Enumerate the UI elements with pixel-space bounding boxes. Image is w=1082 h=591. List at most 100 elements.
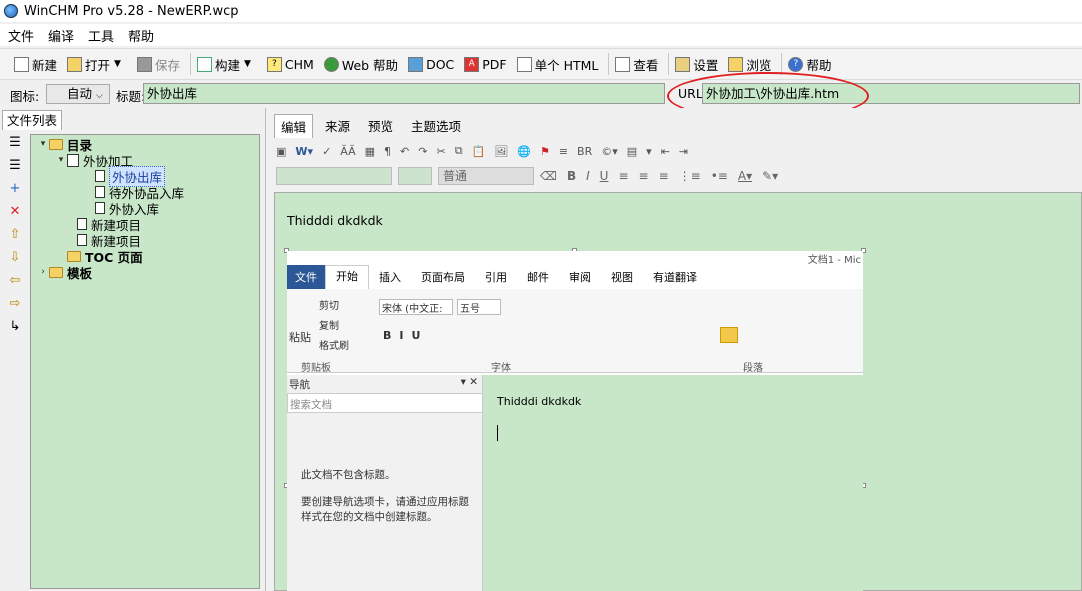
web-help-button[interactable]: Web 帮助 <box>323 55 398 74</box>
outdent-icon[interactable]: ☰ <box>6 157 24 175</box>
help-button[interactable]: ? 帮助 <box>788 55 831 74</box>
indent-icon[interactable]: ☰ <box>6 134 24 152</box>
numbered-list-icon[interactable]: ⋮≡ <box>679 169 701 183</box>
open-dropdown-icon[interactable]: ▼ <box>114 59 121 69</box>
sort-icon[interactable]: ↳ <box>6 318 24 336</box>
delete-icon[interactable]: ✕ <box>6 203 24 221</box>
eraser-icon[interactable]: ⌫ <box>540 169 557 183</box>
embedded-word-screenshot[interactable]: 文档1 - Mic 文件 开始 插入 页面布局 引用 邮件 审阅 视图 有道翻译… <box>287 251 863 591</box>
app-icon <box>4 4 18 18</box>
word-tab-youdao: 有道翻译 <box>653 271 697 284</box>
collapse-icon[interactable]: ▾ <box>37 139 49 149</box>
word-tab-references: 引用 <box>485 271 507 284</box>
topic-properties-row: 图标: 自动 ⌵ 标题: 外协出库 URL: 外协加工\外协出库.htm <box>0 82 1082 106</box>
word-nav-pane: 导航 ▾ ✕ 搜索文档 此文档不包含标题。 要创建导航选项卡，请通过应用标题样式… <box>287 375 483 591</box>
add-icon[interactable]: + <box>6 180 24 198</box>
underline-icon[interactable]: U <box>600 169 609 183</box>
align-left-icon[interactable]: ≡ <box>618 169 628 183</box>
table-options-icon[interactable]: ▾ <box>646 145 652 158</box>
editor-content[interactable]: Thidddi dkdkdk 文档1 - Mic 文件 开始 插入 页面布局 引… <box>274 192 1082 591</box>
magnifier-icon <box>615 56 631 72</box>
cut-icon[interactable]: ✂ <box>436 145 445 158</box>
paste-icon[interactable]: 📋 <box>472 145 486 158</box>
redo-icon[interactable]: ↷ <box>418 145 427 158</box>
save-icon[interactable]: ▣ <box>276 145 286 158</box>
tab-file-list[interactable]: 文件列表 <box>2 110 62 130</box>
copyright-icon[interactable]: ©▾ <box>601 145 618 158</box>
word-page: Thidddi dkdkdk <box>483 375 863 591</box>
align-center-icon[interactable]: ≡ <box>639 169 649 183</box>
toolbar-separator <box>668 53 670 75</box>
new-button[interactable]: 新建 <box>14 55 57 74</box>
menu-help[interactable]: 帮助 <box>128 26 154 45</box>
build-dropdown-icon[interactable]: ▼ <box>244 59 251 69</box>
pdf-button[interactable]: A PDF <box>464 56 507 72</box>
move-left-icon[interactable]: ⇦ <box>6 272 24 290</box>
title-input[interactable]: 外协出库 <box>143 83 665 104</box>
word-icon[interactable]: W▾ <box>295 145 313 158</box>
move-down-icon[interactable]: ⇩ <box>6 249 24 267</box>
size-combo[interactable] <box>398 167 432 185</box>
book-icon <box>67 153 79 167</box>
link-icon[interactable]: 🌐 <box>517 145 531 158</box>
font-combo[interactable] <box>276 167 392 185</box>
word-tab-mailings: 邮件 <box>527 271 549 284</box>
settings-icon <box>675 56 691 72</box>
paragraph-mark-icon[interactable]: ¶ <box>384 145 391 158</box>
editor-tabs: 编辑 来源 预览 主题选项 <box>274 114 473 138</box>
table-icon[interactable]: ▤ <box>627 145 637 158</box>
menu-compile[interactable]: 编译 <box>48 26 74 45</box>
tree-node-template[interactable]: › 模板 <box>37 264 92 281</box>
spellcheck-icon[interactable]: ✓ <box>322 145 331 158</box>
style-combo[interactable]: 普通 <box>438 167 534 185</box>
undo-icon[interactable]: ↶ <box>400 145 409 158</box>
word-paste: 粘贴 <box>289 331 311 344</box>
font-color-icon[interactable]: A▾ <box>738 169 752 183</box>
title-bar: WinCHM Pro v5.28 - NewERP.wcp <box>0 0 1082 22</box>
menu-tools[interactable]: 工具 <box>88 26 114 45</box>
menu-file[interactable]: 文件 <box>8 26 34 45</box>
browse-button[interactable]: 浏览 <box>728 55 771 74</box>
italic-icon[interactable]: I <box>586 169 590 183</box>
bold-icon[interactable]: B <box>567 169 576 183</box>
tab-topic-options[interactable]: 主题选项 <box>405 114 467 138</box>
doc-button[interactable]: DOC <box>408 56 454 72</box>
highlight-icon[interactable]: ✎▾ <box>762 169 778 183</box>
word-font-label: 字体 <box>491 363 511 374</box>
view-button[interactable]: 查看 <box>615 55 658 74</box>
single-html-button[interactable]: 单个 HTML <box>516 55 598 74</box>
tab-edit[interactable]: 编辑 <box>274 114 314 138</box>
line-break-icon[interactable]: BR <box>577 145 592 158</box>
expand-icon[interactable]: › <box>37 267 49 277</box>
folder-icon <box>728 56 744 72</box>
bullet-list-icon[interactable]: •≡ <box>711 169 728 183</box>
build-button[interactable]: 构建 ▼ <box>196 55 257 74</box>
select-all-icon[interactable]: ▦ <box>365 145 375 158</box>
outdent-icon[interactable]: ⇤ <box>661 145 670 158</box>
close-icon: ▾ ✕ <box>460 376 478 388</box>
chevron-down-icon: ⌵ <box>96 91 103 101</box>
move-right-icon[interactable]: ⇨ <box>6 295 24 313</box>
open-button[interactable]: 打开 ▼ <box>67 55 127 74</box>
settings-button[interactable]: 设置 <box>675 55 718 74</box>
chm-icon: ? <box>266 56 282 72</box>
editor-toolbar-2: 普通 ⌫ B I U ≡ ≡ ≡ ⋮≡ •≡ A▾ ✎▾ <box>276 165 1076 187</box>
move-up-icon[interactable]: ⇧ <box>6 226 24 244</box>
list-icon[interactable]: ≡ <box>559 145 568 158</box>
tab-preview[interactable]: 预览 <box>362 114 399 138</box>
page-icon <box>77 218 87 230</box>
collapse-icon[interactable]: ▾ <box>55 155 67 165</box>
word-format-painter: 格式刷 <box>319 341 349 352</box>
find-icon[interactable]: ĂĂ <box>340 145 355 158</box>
bookmark-icon[interactable]: ⚑ <box>540 145 550 158</box>
icon-label: 图标: <box>10 89 40 104</box>
word-copy: 复制 <box>319 321 339 332</box>
chm-button[interactable]: ? CHM <box>266 56 314 72</box>
align-right-icon[interactable]: ≡ <box>659 169 669 183</box>
indent-icon[interactable]: ⇥ <box>679 145 688 158</box>
icon-select[interactable]: 自动 ⌵ <box>46 84 110 104</box>
copy-icon[interactable]: ⧉ <box>455 144 463 158</box>
image-icon[interactable]: 🖼 <box>494 145 508 158</box>
tab-source[interactable]: 来源 <box>319 114 356 138</box>
save-button[interactable]: 保存 <box>136 55 180 74</box>
